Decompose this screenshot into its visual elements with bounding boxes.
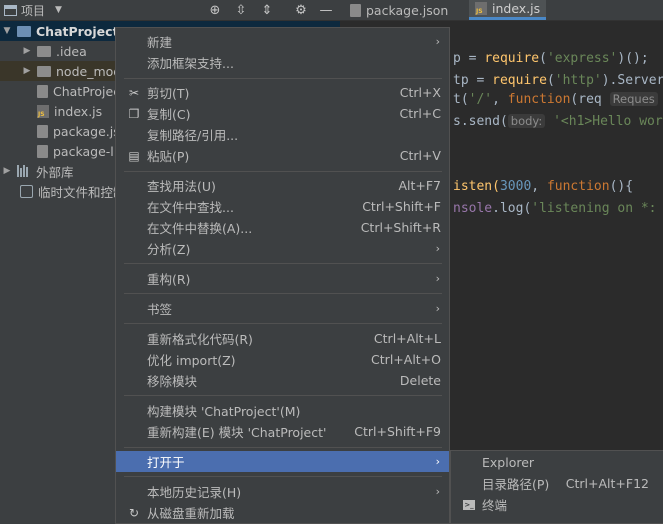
menu-separator	[124, 395, 442, 396]
menu-item-rebuild-module[interactable]: 重新构建(E) 模块 'ChatProject' Ctrl+Shift+F9	[116, 421, 449, 442]
chevron-right-icon: ›	[435, 35, 440, 48]
chevron-right-icon[interactable]: ▶	[2, 166, 12, 176]
copy-icon: ❐	[128, 106, 140, 121]
menu-item-local-history[interactable]: 本地历史记录(H) ›	[116, 481, 449, 502]
minimize-icon[interactable]: —	[317, 0, 335, 20]
submenu-item-directory-path[interactable]: 目录路径(P) Ctrl+Alt+F12	[451, 473, 663, 494]
scratches-icon	[20, 184, 33, 198]
menu-separator	[124, 323, 442, 324]
tree-item-external-libraries[interactable]: ▶ 外部库	[0, 161, 74, 181]
terminal-icon: >_	[463, 499, 475, 510]
tree-item-index-js[interactable]: JS index.js	[0, 101, 102, 121]
tree-item-scratches[interactable]: 临时文件和控制	[0, 181, 126, 201]
chevron-right-icon[interactable]: ▶	[22, 46, 32, 56]
top-toolbar: 项目 ▼ ⊕ ⇳ ⇕ ⚙ — package.json JS index.js	[0, 0, 663, 21]
expand-all-icon[interactable]: ⇳	[232, 0, 250, 20]
menu-item-reformat-code[interactable]: 重新格式化代码(R) Ctrl+Alt+L	[116, 328, 449, 349]
paste-icon: ▤	[128, 148, 140, 163]
library-icon	[17, 165, 31, 177]
menu-separator	[124, 447, 442, 448]
tree-item-package-json[interactable]: package.js	[0, 121, 120, 141]
tree-item-label: package.js	[53, 123, 120, 139]
menu-item-cut[interactable]: ✂ 剪切(T) Ctrl+X	[116, 82, 449, 103]
code-line-4[interactable]: s.send(body: '<h1>Hello wor	[453, 111, 663, 131]
chevron-right-icon: ›	[435, 302, 440, 315]
project-view-label: 项目	[21, 3, 46, 18]
tree-item-package-lock[interactable]: package-l	[0, 141, 114, 161]
menu-item-reload-from-disk[interactable]: ↻ 从磁盘重新加载	[116, 502, 449, 523]
code-line-6[interactable]: nsole.log('listening on *:	[453, 199, 657, 219]
locate-file-icon[interactable]: ⊕	[206, 0, 224, 20]
tree-item-label: 临时文件和控制	[38, 184, 126, 200]
menu-separator	[124, 293, 442, 294]
code-line-5[interactable]: isten(3000, function(){	[453, 177, 633, 197]
code-line-2[interactable]: tp = require('http').Server	[453, 71, 663, 91]
menu-item-build-module[interactable]: 构建模块 'ChatProject'(M)	[116, 400, 449, 421]
tree-item-idea[interactable]: ▶ .idea	[0, 41, 87, 61]
chevron-right-icon: ›	[435, 242, 440, 255]
tree-item-label: node_mod	[56, 63, 122, 79]
menu-item-find-in-files[interactable]: 在文件中查找... Ctrl+Shift+F	[116, 196, 449, 217]
chevron-down-icon[interactable]: ▼	[2, 26, 12, 36]
folder-icon	[37, 65, 51, 77]
menu-item-new[interactable]: 新建 ›	[116, 31, 449, 52]
menu-separator	[124, 476, 442, 477]
menu-item-analyze[interactable]: 分析(Z) ›	[116, 238, 449, 259]
context-menu: 新建 › 添加框架支持... ✂ 剪切(T) Ctrl+X ❐ 复制(C) Ctrl+…	[115, 27, 450, 524]
project-view-selector[interactable]: 项目 ▼	[4, 0, 62, 20]
menu-separator	[124, 263, 442, 264]
chevron-right-icon: ›	[435, 455, 440, 468]
scissors-icon: ✂	[128, 85, 140, 100]
js-file-icon: JS	[37, 104, 49, 118]
parameter-hint: Reques	[609, 92, 658, 106]
tree-item-label: package-l	[53, 143, 114, 159]
project-window-icon	[4, 4, 17, 16]
tree-item-chatproject-iml[interactable]: ChatProjec	[0, 81, 120, 101]
folder-icon	[37, 45, 51, 57]
code-line-3[interactable]: t('/', function(req Reques	[453, 89, 658, 109]
tree-item-label: .idea	[56, 43, 87, 59]
chevron-right-icon: ›	[435, 272, 440, 285]
menu-item-bookmarks[interactable]: 书签 ›	[116, 298, 449, 319]
parameter-hint: body:	[507, 114, 546, 128]
refresh-icon: ↻	[128, 505, 140, 520]
menu-item-paste[interactable]: ▤ 粘贴(P) Ctrl+V	[116, 145, 449, 166]
gear-icon[interactable]: ⚙	[292, 0, 310, 20]
menu-item-optimize-imports[interactable]: 优化 import(Z) Ctrl+Alt+O	[116, 349, 449, 370]
js-file-icon: JS	[475, 2, 487, 15]
submenu-item-explorer[interactable]: Explorer	[451, 452, 663, 473]
menu-item-remove-module[interactable]: 移除模块 Delete	[116, 370, 449, 391]
menu-item-find-usages[interactable]: 查找用法(U) Alt+F7	[116, 175, 449, 196]
chevron-right-icon[interactable]: ▶	[22, 66, 32, 76]
file-icon	[37, 84, 48, 98]
json-file-icon	[37, 124, 48, 138]
tree-item-label: 外部库	[36, 164, 74, 180]
menu-item-replace-in-files[interactable]: 在文件中替换(A)... Ctrl+Shift+R	[116, 217, 449, 238]
tab-label: index.js	[492, 1, 541, 16]
chevron-right-icon: ›	[435, 485, 440, 498]
json-file-icon	[37, 144, 48, 158]
menu-item-refactor[interactable]: 重构(R) ›	[116, 268, 449, 289]
submenu-item-terminal[interactable]: >_ 终端	[451, 494, 663, 515]
tree-item-label: index.js	[54, 103, 103, 119]
tree-item-label: ChatProjec	[53, 83, 121, 99]
code-line-1[interactable]: p = require('express')();	[453, 49, 649, 69]
menu-item-copy[interactable]: ❐ 复制(C) Ctrl+C	[116, 103, 449, 124]
menu-item-copy-path[interactable]: 复制路径/引用...	[116, 124, 449, 145]
open-in-submenu: Explorer 目录路径(P) Ctrl+Alt+F12 >_ 终端	[450, 450, 663, 524]
menu-separator	[124, 78, 442, 79]
tab-package-json[interactable]: package.json	[344, 0, 454, 20]
folder-icon	[17, 25, 31, 37]
chevron-down-icon: ▼	[55, 5, 62, 15]
tree-item-label: ChatProject	[36, 23, 119, 39]
menu-separator	[124, 171, 442, 172]
collapse-all-icon[interactable]: ⇕	[258, 0, 276, 20]
json-file-icon	[350, 3, 361, 17]
menu-item-add-framework[interactable]: 添加框架支持...	[116, 52, 449, 73]
tab-label: package.json	[366, 2, 449, 18]
menu-item-open-in[interactable]: 打开于 ›	[116, 451, 449, 472]
tab-index-js[interactable]: JS index.js	[469, 0, 547, 20]
